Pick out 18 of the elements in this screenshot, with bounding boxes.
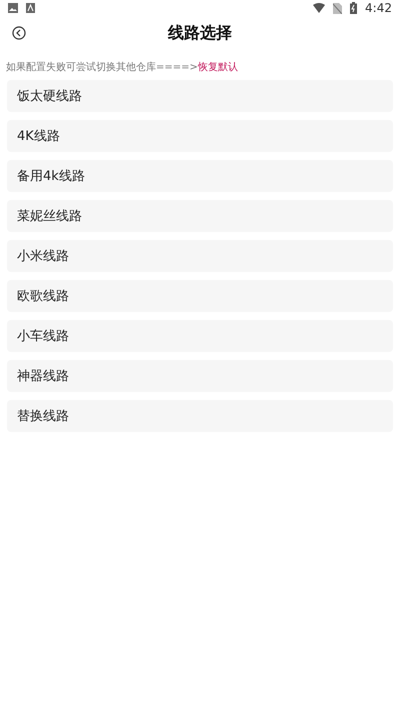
route-item[interactable]: 小车线路 xyxy=(7,320,393,352)
route-item[interactable]: 饭太硬线路 xyxy=(7,80,393,112)
route-item[interactable]: 4K线路 xyxy=(7,120,393,152)
back-icon[interactable] xyxy=(12,26,26,40)
letter-icon xyxy=(26,3,35,13)
hint-text: 如果配置失败可尝试切换其他仓库====> xyxy=(6,60,198,74)
route-item[interactable]: 替换线路 xyxy=(7,400,393,432)
no-sim-icon xyxy=(333,2,342,14)
route-item[interactable]: 备用4k线路 xyxy=(7,160,393,192)
image-icon xyxy=(8,3,18,13)
route-item[interactable]: 菜妮丝线路 xyxy=(7,200,393,232)
route-item[interactable]: 欧歌线路 xyxy=(7,280,393,312)
page-title: 线路选择 xyxy=(168,22,232,44)
status-time: 4:42 xyxy=(365,1,392,15)
route-item[interactable]: 小米线路 xyxy=(7,240,393,272)
wifi-icon xyxy=(313,3,326,13)
restore-default-link[interactable]: 恢复默认 xyxy=(198,60,238,74)
route-item[interactable]: 神器线路 xyxy=(7,360,393,392)
